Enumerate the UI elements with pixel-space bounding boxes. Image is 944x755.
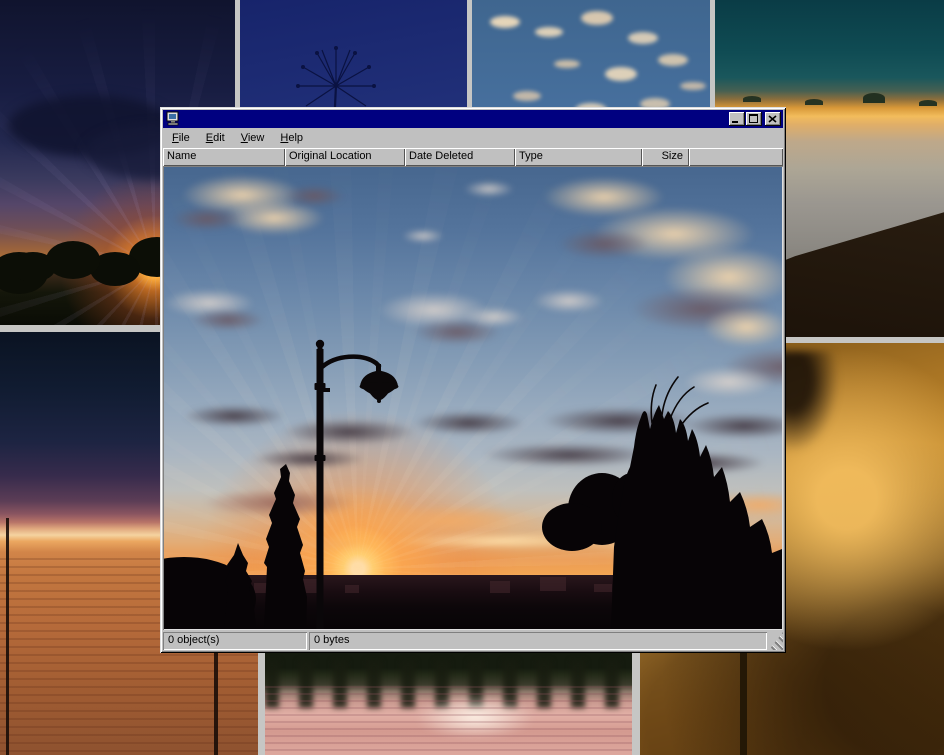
column-header-size[interactable]: Size	[642, 148, 689, 166]
lamp-arm	[322, 357, 379, 367]
mountain-silhouettes-decor	[743, 96, 761, 102]
maximize-icon	[749, 114, 758, 123]
treeline-decor	[10, 252, 56, 282]
pole-silhouette	[6, 518, 9, 755]
water-ripples-decor	[265, 681, 632, 755]
column-header-date-deleted[interactable]: Date Deleted	[405, 148, 515, 166]
file-list-area[interactable]	[163, 166, 783, 630]
column-header-row: Name Original Location Date Deleted Type…	[163, 148, 783, 166]
menu-view[interactable]: View	[233, 130, 273, 147]
menu-bar: File Edit View Help	[163, 128, 783, 148]
maximize-button[interactable]	[746, 112, 762, 126]
sunset-photo	[164, 167, 782, 629]
menu-help[interactable]: Help	[272, 130, 311, 147]
column-header-original-location[interactable]: Original Location	[285, 148, 405, 166]
status-bytes: 0 bytes	[309, 632, 767, 650]
close-icon	[768, 115, 777, 123]
status-objects: 0 object(s)	[163, 632, 307, 650]
menu-edit[interactable]: Edit	[198, 130, 233, 147]
silhouette-layer	[164, 167, 782, 629]
minimize-icon	[732, 121, 738, 123]
menu-file[interactable]: File	[164, 130, 198, 147]
column-header-name[interactable]: Name	[163, 148, 285, 166]
computer-icon	[165, 111, 181, 127]
column-header-filler	[689, 148, 783, 166]
column-header-type[interactable]: Type	[515, 148, 642, 166]
status-bar: 0 object(s) 0 bytes	[163, 632, 783, 650]
window-titlebar[interactable]	[163, 110, 783, 128]
recycle-bin-window: File Edit View Help Name Original Locati…	[160, 107, 786, 653]
close-button[interactable]	[765, 112, 781, 126]
resize-grip[interactable]	[769, 632, 783, 650]
cloud-specks-decor	[490, 16, 520, 28]
minimize-button[interactable]	[729, 112, 745, 126]
desktop-wallpaper: File Edit View Help Name Original Locati…	[0, 0, 944, 755]
